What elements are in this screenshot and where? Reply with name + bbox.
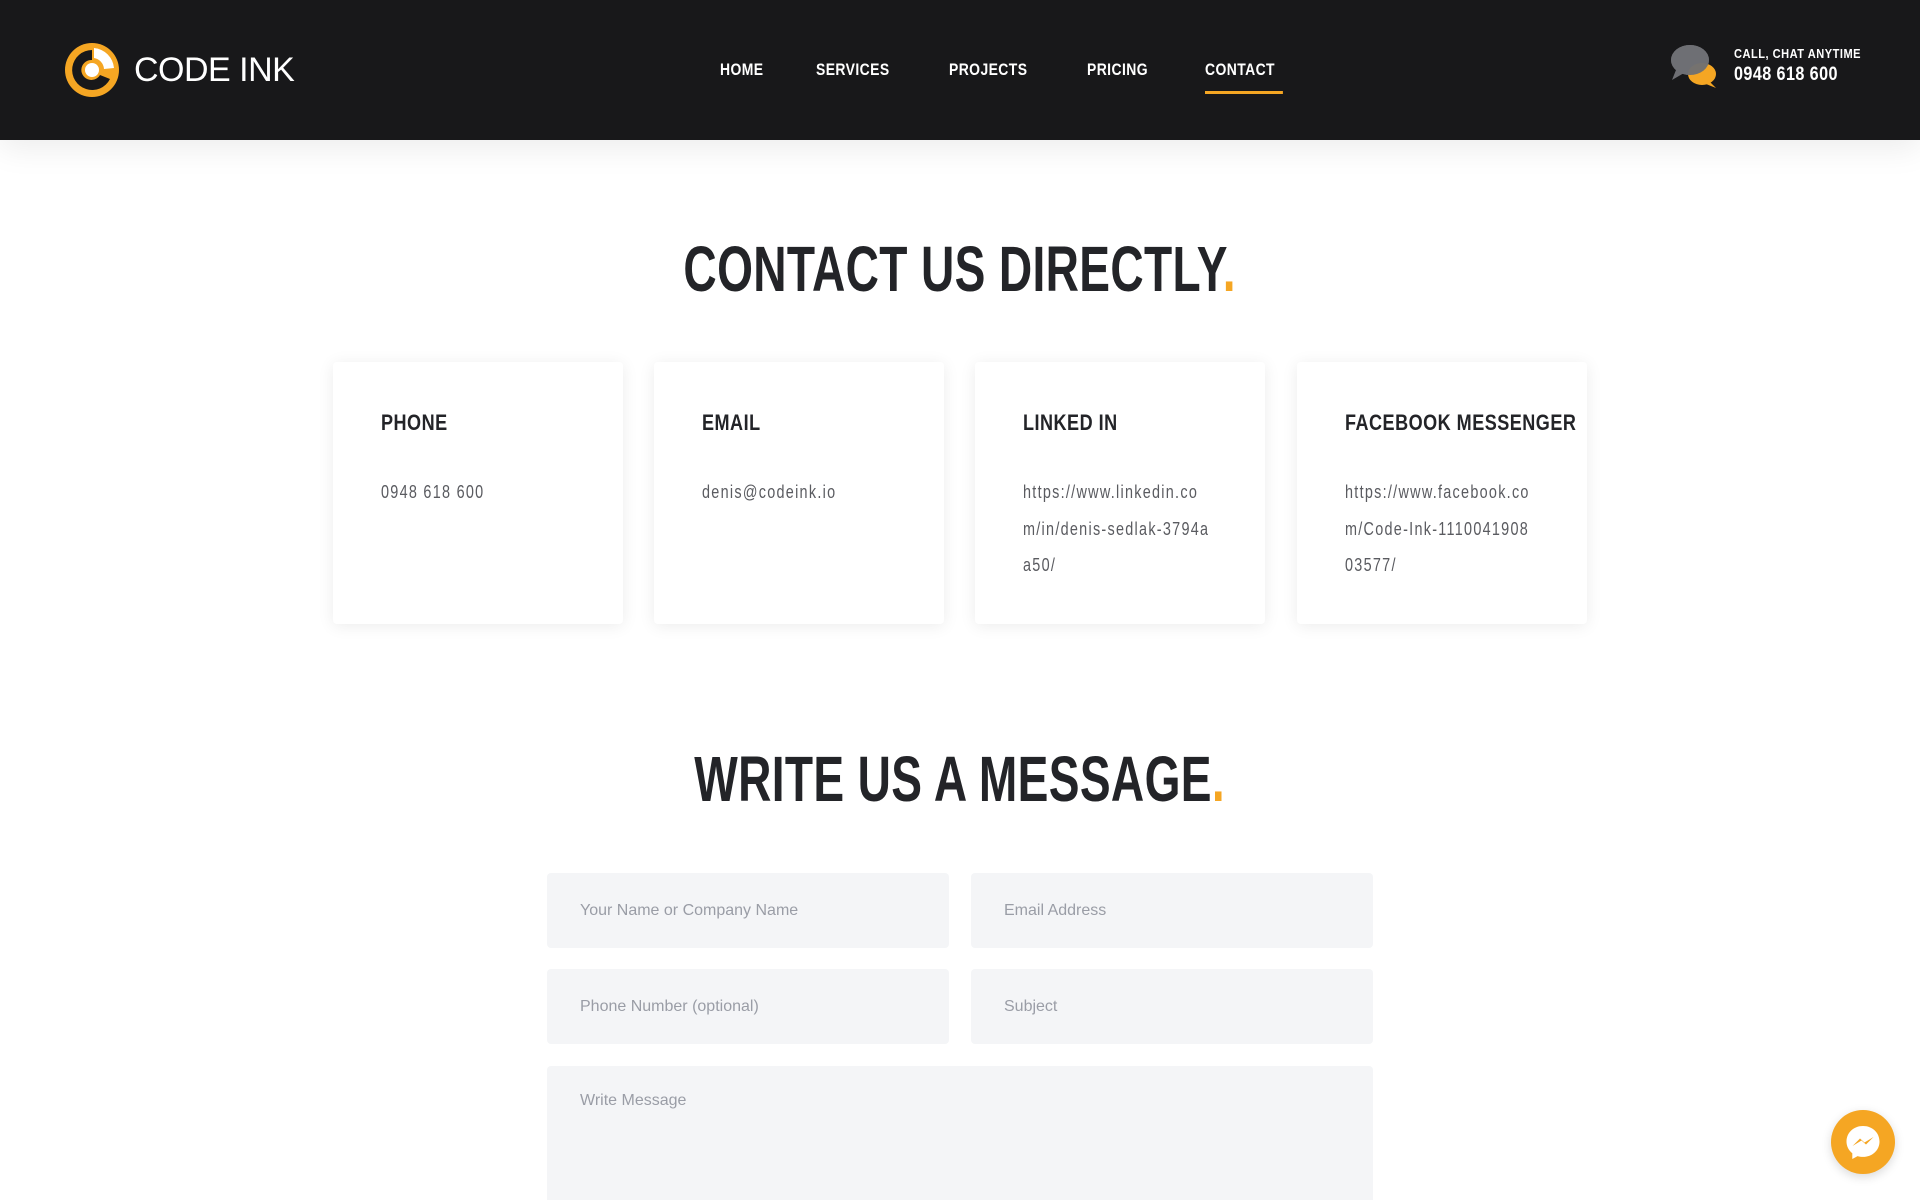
message-section-title: WRITE US A MESSAGE. xyxy=(0,742,1920,816)
logo-icon xyxy=(65,43,119,97)
nav-contact[interactable]: CONTACT xyxy=(1204,60,1284,94)
nav-projects[interactable]: PROJECTS xyxy=(949,60,1027,80)
messenger-icon xyxy=(1846,1126,1880,1159)
card-value[interactable]: denis@codeink.io xyxy=(702,474,894,511)
contact-cards: PHONE 0948 618 600 EMAIL denis@codeink.i… xyxy=(333,362,1587,624)
contact-title-text: CONTACT US DIRECTLY xyxy=(683,233,1224,305)
card-linkedin: LINKED IN https://www.linkedin.com/in/de… xyxy=(975,362,1265,624)
phone-input[interactable] xyxy=(547,969,949,1044)
title-dot: . xyxy=(1212,743,1226,815)
nav-home[interactable]: HOME xyxy=(720,60,763,80)
card-title: EMAIL xyxy=(702,410,761,435)
card-facebook-messenger: FACEBOOK MESSENGER https://www.facebook.… xyxy=(1297,362,1587,624)
nav-pricing[interactable]: PRICING xyxy=(1087,60,1148,80)
header-contact-phone[interactable]: 0948 618 600 xyxy=(1734,64,1861,86)
nav-services[interactable]: SERVICES xyxy=(816,60,890,80)
card-email: EMAIL denis@codeink.io xyxy=(654,362,944,624)
message-textarea[interactable] xyxy=(547,1066,1373,1200)
message-title-text: WRITE US A MESSAGE xyxy=(694,743,1213,815)
chat-bubbles-icon xyxy=(1671,45,1716,88)
card-value[interactable]: 0948 618 600 xyxy=(381,474,573,511)
main-nav: HOME SERVICES PROJECTS PRICING CONTACT xyxy=(720,0,1333,140)
email-input[interactable] xyxy=(971,873,1373,948)
brand-name: CODE INK xyxy=(134,50,295,89)
contact-section-title: CONTACT US DIRECTLY. xyxy=(0,232,1920,306)
name-input[interactable] xyxy=(547,873,949,948)
header-contact-text: CALL, CHAT ANYTIME 0948 618 600 xyxy=(1734,46,1883,86)
card-title: LINKED IN xyxy=(1023,410,1118,435)
card-phone: PHONE 0948 618 600 xyxy=(333,362,623,624)
header-contact-label: CALL, CHAT ANYTIME xyxy=(1734,46,1862,61)
brand-logo[interactable]: CODE INK xyxy=(64,42,295,98)
card-title: FACEBOOK MESSENGER xyxy=(1345,410,1577,435)
site-header: CODE INK HOME SERVICES PROJECTS PRICING … xyxy=(0,0,1920,140)
card-title: PHONE xyxy=(381,410,448,435)
card-value[interactable]: https://www.facebook.com/Code-Ink-111004… xyxy=(1345,474,1537,584)
title-dot: . xyxy=(1223,233,1237,305)
card-value[interactable]: https://www.linkedin.com/in/denis-sedlak… xyxy=(1023,474,1215,584)
messenger-chat-button[interactable] xyxy=(1831,1110,1895,1174)
subject-input[interactable] xyxy=(971,969,1373,1044)
header-contact[interactable]: CALL, CHAT ANYTIME 0948 618 600 xyxy=(1670,36,1883,96)
